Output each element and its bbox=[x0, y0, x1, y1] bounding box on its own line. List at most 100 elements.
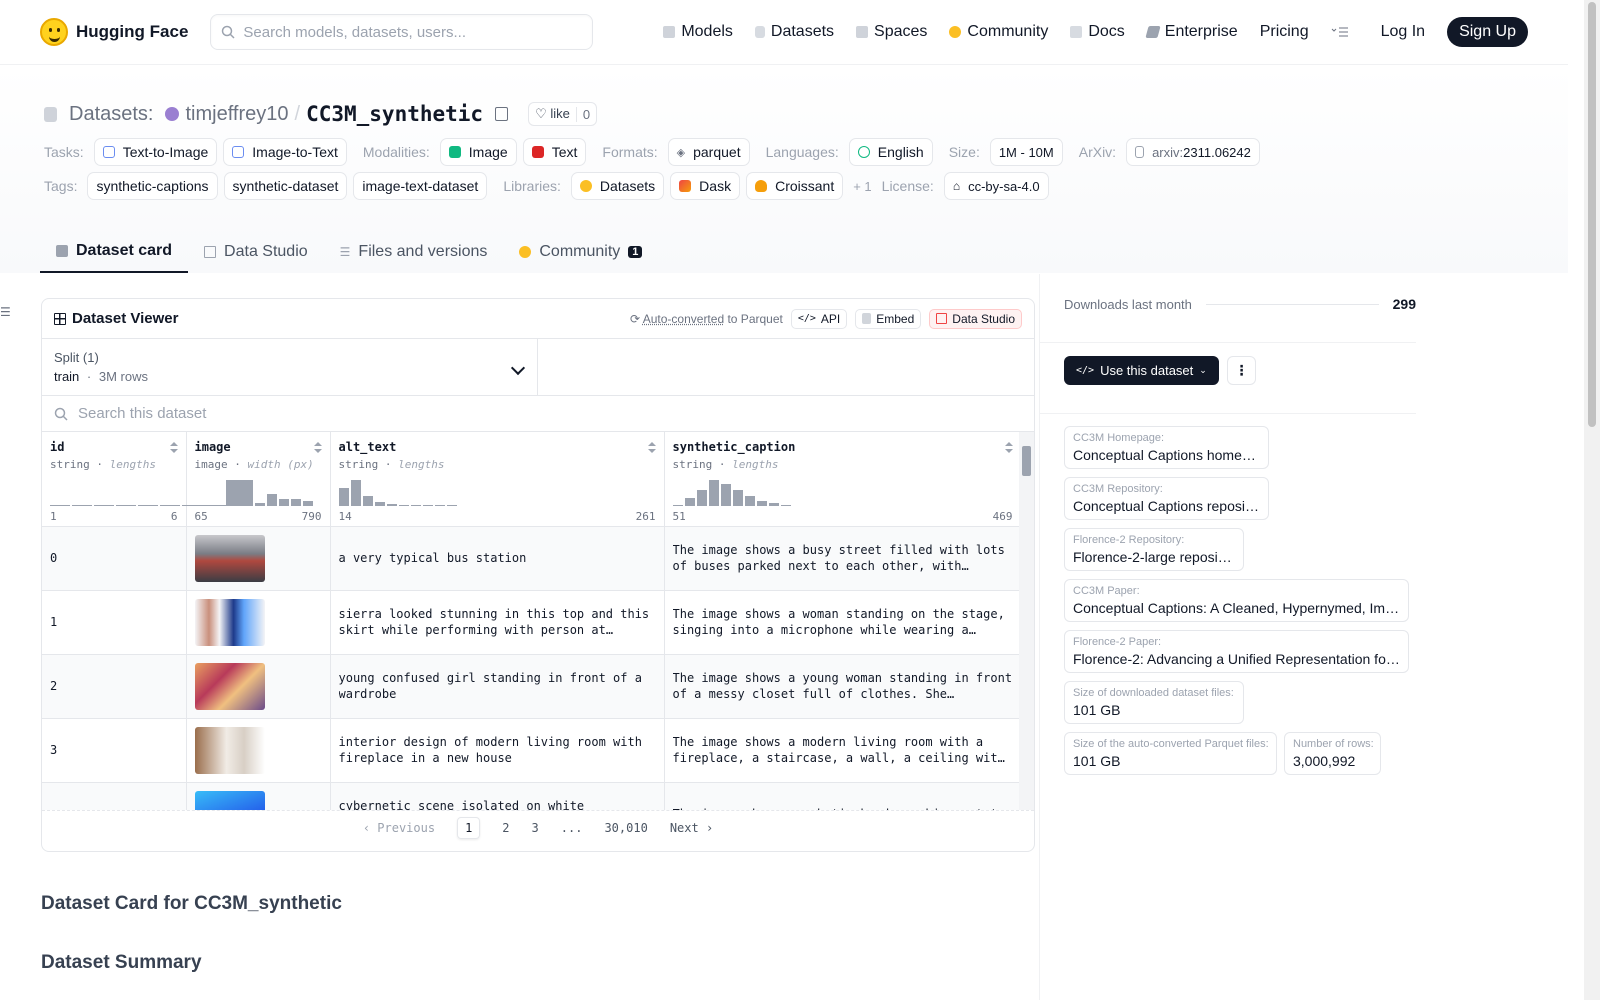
column-header-alt-text[interactable]: alt_text string · lengths 14 261 bbox=[330, 432, 665, 527]
sort-icon[interactable] bbox=[1004, 442, 1013, 454]
histogram-bar[interactable] bbox=[254, 502, 265, 506]
cell-image[interactable] bbox=[186, 590, 331, 655]
task-tag-text-to-image[interactable]: Text-to-Image bbox=[93, 138, 218, 166]
image-thumbnail[interactable] bbox=[194, 790, 265, 810]
library-tag-croissant[interactable]: Croissant bbox=[746, 172, 844, 200]
data-studio-button[interactable]: Data Studio bbox=[929, 308, 1022, 329]
histogram-bar[interactable] bbox=[94, 504, 114, 506]
nav-models[interactable]: Models bbox=[663, 23, 733, 41]
tab-files-and-versions[interactable]: ☰ Files and versions bbox=[324, 231, 504, 273]
dataset-search[interactable]: Search this dataset bbox=[42, 396, 1034, 432]
histogram-bar[interactable] bbox=[290, 498, 301, 506]
arxiv-tag[interactable]: arxiv:2311.06242 bbox=[1126, 138, 1260, 166]
login-button[interactable]: Log In bbox=[1381, 23, 1425, 41]
repo-name[interactable]: CC3M_synthetic bbox=[306, 102, 483, 126]
histogram-bar[interactable] bbox=[684, 497, 695, 506]
language-tag[interactable]: English bbox=[848, 138, 933, 166]
task-tag-image-to-text[interactable]: Image-to-Text bbox=[223, 138, 347, 166]
nav-spaces[interactable]: Spaces bbox=[856, 23, 927, 41]
tab-community[interactable]: Community 1 bbox=[503, 231, 658, 273]
tab-data-studio[interactable]: Data Studio bbox=[188, 231, 324, 273]
histogram-bar[interactable] bbox=[768, 502, 779, 506]
table-row[interactable]: cybernetic scene isolated on white backg… bbox=[42, 782, 1022, 810]
histogram-bar[interactable] bbox=[672, 504, 683, 506]
api-button[interactable]: </> API bbox=[790, 308, 848, 329]
signup-button[interactable]: Sign Up bbox=[1447, 17, 1528, 47]
table-row[interactable]: 3 interior design of modern living room … bbox=[42, 718, 1022, 783]
auto-converted-link[interactable]: Auto-converted bbox=[643, 312, 724, 326]
format-tag[interactable]: ◈ parquet bbox=[667, 138, 750, 166]
histogram-bar[interactable] bbox=[362, 495, 373, 506]
nav-pricing[interactable]: Pricing bbox=[1260, 23, 1309, 41]
tag-synthetic-dataset[interactable]: synthetic-dataset bbox=[223, 172, 348, 200]
column-header-id[interactable]: id string · lengths 16 bbox=[42, 432, 246, 527]
cell-image[interactable] bbox=[186, 654, 331, 719]
split-select[interactable]: Split (1) train · 3M rows bbox=[42, 339, 538, 395]
breadcrumb-owner[interactable]: timjeffrey10 bbox=[185, 103, 288, 126]
histogram-bar[interactable] bbox=[708, 479, 719, 506]
histogram-bar[interactable] bbox=[278, 498, 289, 506]
sort-icon[interactable] bbox=[169, 442, 178, 454]
histogram-bar[interactable] bbox=[756, 500, 767, 506]
histogram-bar[interactable] bbox=[410, 504, 421, 506]
like-button[interactable]: ♡ like 0 bbox=[528, 102, 598, 126]
histogram-bar[interactable] bbox=[422, 504, 433, 506]
histogram-bar[interactable] bbox=[138, 504, 158, 506]
tab-dataset-card[interactable]: Dataset card bbox=[40, 231, 189, 273]
histogram-bar[interactable] bbox=[50, 504, 70, 506]
histogram-bar[interactable] bbox=[160, 504, 180, 506]
table-row[interactable]: 1 sierra looked stunning in this top and… bbox=[42, 590, 1022, 655]
page-last[interactable]: 30,010 bbox=[604, 821, 647, 835]
toc-toggle-icon[interactable]: ☰ bbox=[0, 305, 11, 319]
sort-icon[interactable] bbox=[313, 442, 322, 454]
cell-image[interactable] bbox=[186, 526, 331, 591]
histogram-bar[interactable] bbox=[720, 483, 731, 506]
image-thumbnail[interactable] bbox=[194, 726, 265, 774]
histogram-bar[interactable] bbox=[780, 504, 791, 506]
modality-tag-image[interactable]: Image bbox=[439, 138, 517, 166]
image-thumbnail[interactable] bbox=[194, 662, 265, 710]
previous-page-button[interactable]: ‹ Previous bbox=[363, 821, 435, 835]
histogram-bar[interactable] bbox=[218, 504, 229, 506]
resource-link[interactable]: Florence-2 Repository: Florence-2-large r… bbox=[1064, 528, 1244, 571]
embed-button[interactable]: Embed bbox=[855, 308, 922, 329]
resource-link[interactable]: CC3M Paper: Conceptual Captions: A Cleane… bbox=[1064, 579, 1409, 622]
breadcrumb-section[interactable]: Datasets: bbox=[69, 103, 153, 126]
table-scrollbar[interactable] bbox=[1019, 432, 1034, 810]
column-header-synthetic-caption[interactable]: synthetic_caption string · lengths 51 469 bbox=[664, 432, 1022, 527]
histogram-bar[interactable] bbox=[696, 489, 707, 506]
histogram-bar[interactable] bbox=[732, 489, 743, 506]
cell-image[interactable] bbox=[186, 782, 331, 810]
library-tag-dask[interactable]: Dask bbox=[670, 172, 741, 200]
global-search-input[interactable] bbox=[243, 23, 564, 41]
histogram-bar[interactable] bbox=[338, 487, 349, 506]
nav-enterprise[interactable]: Enterprise bbox=[1145, 23, 1238, 41]
more-libraries[interactable]: + 1 bbox=[853, 179, 871, 194]
histogram-bar[interactable] bbox=[116, 504, 136, 506]
histogram-bar[interactable] bbox=[398, 504, 409, 506]
library-tag-datasets[interactable]: Datasets bbox=[570, 172, 665, 200]
more-options-button[interactable]: ⋮ bbox=[1227, 356, 1256, 385]
page-1[interactable]: 1 bbox=[457, 816, 481, 839]
table-row[interactable]: 0 a very typical bus station The image s… bbox=[42, 526, 1022, 591]
next-page-button[interactable]: Next › bbox=[670, 821, 713, 835]
use-this-dataset-button[interactable]: </> Use this dataset ⌄ bbox=[1064, 356, 1219, 385]
histogram-bar[interactable] bbox=[350, 479, 361, 506]
tag-image-text-dataset[interactable]: image-text-dataset bbox=[353, 172, 488, 200]
scrollbar-thumb[interactable] bbox=[1022, 446, 1031, 476]
page-3[interactable]: 3 bbox=[532, 821, 539, 835]
nav-more-menu[interactable] bbox=[1331, 26, 1349, 38]
table-row[interactable]: 2 young confused girl standing in front … bbox=[42, 654, 1022, 719]
histogram-bar[interactable] bbox=[446, 504, 457, 506]
modality-tag-text[interactable]: Text bbox=[522, 138, 587, 166]
tag-synthetic-captions[interactable]: synthetic-captions bbox=[87, 172, 218, 200]
page-scrollbar[interactable] bbox=[1584, 0, 1600, 1000]
auto-converted-note[interactable]: ⟳ Auto-converted to Parquet bbox=[630, 312, 783, 326]
nav-datasets[interactable]: Datasets bbox=[754, 23, 834, 41]
histogram-bar[interactable] bbox=[230, 502, 241, 506]
page-2[interactable]: 2 bbox=[502, 821, 509, 835]
resource-link[interactable]: Florence-2 Paper: Florence-2: Advancing a… bbox=[1064, 630, 1409, 673]
cell-image[interactable] bbox=[186, 718, 331, 783]
histogram-bar[interactable] bbox=[194, 504, 205, 506]
histogram-bar[interactable] bbox=[206, 504, 217, 506]
